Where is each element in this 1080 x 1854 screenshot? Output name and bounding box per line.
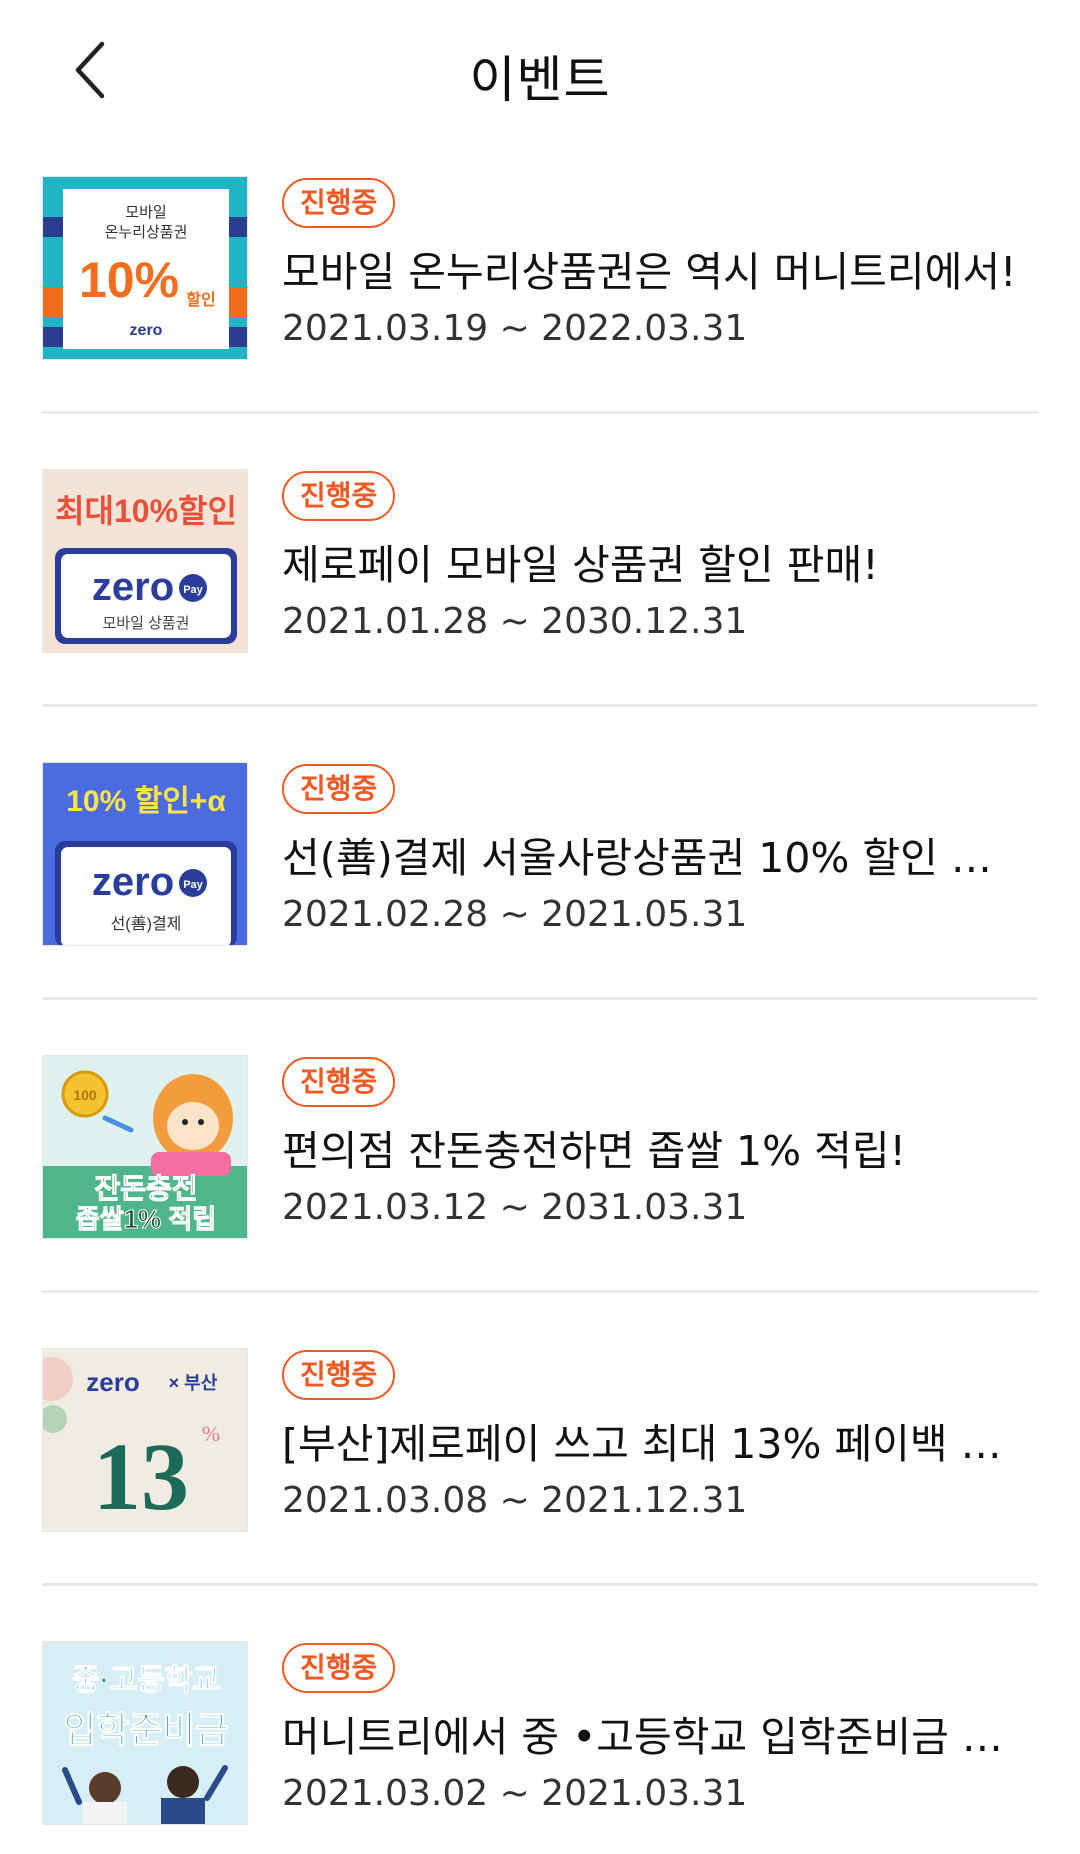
thumb-brand: zero — [86, 1367, 139, 1397]
event-title: 머니트리에서 중 •고등학교 입학준비금 받으세요! — [282, 1713, 1022, 1761]
header: 이벤트 — [0, 0, 1080, 140]
event-list: 모바일 온누리상품권 10% 할인 zero 진행중 모바일 온누리상품권은 역… — [42, 168, 1038, 1854]
thumb-line2: 온누리상품권 — [105, 224, 188, 241]
thumb-top: 최대10%할인 — [55, 493, 237, 529]
divider — [42, 704, 1038, 707]
event-thumbnail: 모바일 온누리상품권 10% 할인 zero — [42, 176, 248, 360]
event-title: [부산]제로페이 쓰고 최대 13% 페이백 받자! — [282, 1420, 1022, 1468]
status-badge: 진행중 — [282, 471, 396, 521]
event-title: 선(善)결제 서울사랑상품권 10% 할인 판매! — [282, 834, 1022, 882]
thumb-brand: zero — [92, 565, 174, 609]
event-thumbnail: zero × 부산 13 % — [42, 1348, 248, 1532]
event-period: 2021.02.28 ~ 2021.05.31 — [282, 894, 748, 935]
event-period: 2021.03.08 ~ 2021.12.31 — [282, 1480, 748, 1521]
event-thumbnail: 10% 할인+α zero Pay 선(善)결제 — [42, 762, 248, 946]
divider — [42, 1290, 1038, 1293]
status-badge: 진행중 — [282, 1350, 396, 1400]
thumb-line2: 입학준비금 — [63, 1709, 229, 1750]
thumb-unit: % — [202, 1421, 220, 1446]
divider — [42, 411, 1038, 414]
thumb-pay: Pay — [183, 584, 203, 596]
event-title: 모바일 온누리상품권은 역시 머니트리에서! — [282, 248, 1017, 296]
thumb-line2: 좁쌀1% 적립 — [76, 1204, 216, 1234]
event-thumbnail: 100 잔돈충전 좁쌀1% 적립 — [42, 1055, 248, 1239]
thumb-brand: zero — [130, 322, 163, 339]
event-period: 2021.01.28 ~ 2030.12.31 — [282, 601, 748, 642]
thumb-region: × 부산 — [169, 1373, 218, 1393]
thumb-big: 10% — [79, 252, 179, 308]
thumb-pay: Pay — [183, 879, 203, 891]
event-period: 2021.03.12 ~ 2031.03.31 — [282, 1187, 748, 1228]
thumb-top: 10% 할인+α — [66, 785, 226, 818]
status-badge: 진행중 — [282, 1643, 396, 1693]
thumb-coin: 100 — [73, 1087, 97, 1103]
event-item[interactable]: 10% 할인+α zero Pay 선(善)결제 진행중 선(善)결제 서울사랑… — [42, 754, 1038, 1047]
event-title: 제로페이 모바일 상품권 할인 판매! — [282, 541, 879, 589]
event-thumbnail: 중·고등학교 입학준비금 — [42, 1641, 248, 1825]
event-item[interactable]: 100 잔돈충전 좁쌀1% 적립 진행중 편의점 잔돈충전하면 좁쌀 1% 적립… — [42, 1047, 1038, 1340]
thumb-brand: zero — [92, 860, 174, 904]
status-badge: 진행중 — [282, 1057, 396, 1107]
thumb-line1: 잔돈충전 — [94, 1173, 197, 1204]
thumb-caption: 선(善)결제 — [111, 915, 182, 933]
event-title: 편의점 잔돈충전하면 좁쌀 1% 적립! — [282, 1127, 906, 1175]
event-thumbnail: 최대10%할인 zero Pay 모바일 상품권 — [42, 469, 248, 653]
page-title: 이벤트 — [469, 51, 611, 109]
divider — [42, 1583, 1038, 1586]
event-item[interactable]: 최대10%할인 zero Pay 모바일 상품권 진행중 제로페이 모바일 상품… — [42, 461, 1038, 754]
event-item[interactable]: zero × 부산 13 % 진행중 [부산]제로페이 쓰고 최대 13% 페이… — [42, 1340, 1038, 1633]
thumb-sub: 할인 — [186, 291, 215, 309]
event-period: 2021.03.02 ~ 2021.03.31 — [282, 1773, 748, 1814]
status-badge: 진행중 — [282, 178, 396, 228]
event-item[interactable]: 중·고등학교 입학준비금 진행중 머니트리에서 중 •고등학교 입학준비금 받으… — [42, 1633, 1038, 1854]
thumb-line1: 모바일 — [125, 204, 166, 221]
thumb-big: 13 — [93, 1423, 189, 1530]
event-period: 2021.03.19 ~ 2022.03.31 — [282, 308, 748, 349]
thumb-caption: 모바일 상품권 — [103, 615, 190, 632]
event-item[interactable]: 모바일 온누리상품권 10% 할인 zero 진행중 모바일 온누리상품권은 역… — [42, 168, 1038, 461]
divider — [42, 997, 1038, 1000]
status-badge: 진행중 — [282, 764, 396, 814]
thumb-line1: 중·고등학교 — [72, 1664, 220, 1697]
